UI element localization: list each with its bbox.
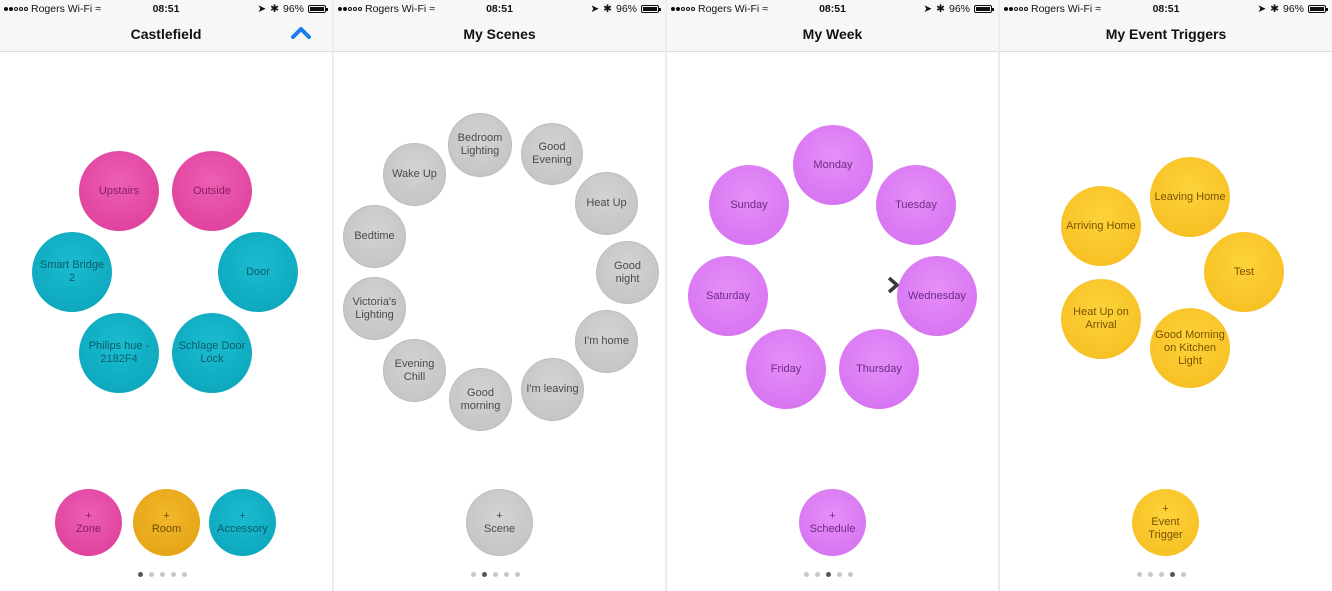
battery-icon <box>308 5 328 13</box>
page-indicator[interactable] <box>138 572 187 577</box>
page-dot <box>482 572 487 577</box>
accessory-bubble-schlage-lock[interactable]: Schlage Door Lock <box>172 313 252 393</box>
page-dot <box>804 572 809 577</box>
day-bubble-wednesday[interactable]: Wednesday <box>897 256 977 336</box>
page-indicator[interactable] <box>804 572 853 577</box>
add-scene-button[interactable]: + Scene <box>466 489 533 556</box>
bluetooth-icon: ✱ <box>270 3 279 15</box>
scene-bubble-good-evening[interactable]: Good Evening <box>521 123 583 185</box>
current-day-arrow-icon <box>887 276 899 294</box>
scene-bubble-victorias-lighting[interactable]: Victoria's Lighting <box>343 277 406 340</box>
page-dot <box>493 572 498 577</box>
nav-bar: My Event Triggers <box>1000 18 1332 52</box>
battery-label: 96% <box>948 3 970 15</box>
page-dot <box>815 572 820 577</box>
nav-bar: Castlefield <box>0 18 332 52</box>
nav-bar: My Week <box>667 18 998 52</box>
battery-label: 96% <box>282 3 304 15</box>
zone-bubble-outside[interactable]: Outside <box>172 151 252 231</box>
chevron-up-icon[interactable] <box>288 22 314 44</box>
page-dot <box>1159 572 1164 577</box>
page-dot <box>1137 572 1142 577</box>
battery-icon <box>641 5 661 13</box>
location-icon: ➤ <box>1257 3 1267 15</box>
add-zone-button[interactable]: + Zone <box>55 489 122 556</box>
screen-my-week: Rogers Wi-Fi ≈ 08:51 ➤ ✱ 96% My Week Monday… <box>667 0 998 591</box>
page-dot <box>837 572 842 577</box>
accessory-bubble-door[interactable]: Door <box>218 232 298 312</box>
add-accessory-button[interactable]: + Accessory <box>209 489 276 556</box>
scene-bubble-good-night[interactable]: Good night <box>596 241 659 304</box>
page-dot <box>504 572 509 577</box>
add-event-trigger-button[interactable]: + Event Trigger <box>1132 489 1199 556</box>
page-title: My Scenes <box>463 26 536 42</box>
day-bubble-thursday[interactable]: Thursday <box>839 329 919 409</box>
screen-my-event-triggers: Rogers Wi-Fi ≈ 08:51 ➤ ✱ 96% My Event Trigg… <box>1000 0 1332 591</box>
scene-bubble-bedroom-lighting[interactable]: Bedroom Lighting <box>448 113 512 177</box>
day-bubble-sunday[interactable]: Sunday <box>709 165 789 245</box>
location-icon: ➤ <box>257 3 267 15</box>
day-bubble-tuesday[interactable]: Tuesday <box>876 165 956 245</box>
location-icon: ➤ <box>923 3 933 15</box>
status-bar: Rogers Wi-Fi ≈ 08:51 ➤ ✱ 96% <box>667 0 998 18</box>
add-schedule-button[interactable]: + Schedule <box>799 489 866 556</box>
battery-label: 96% <box>615 3 637 15</box>
status-bar: Rogers Wi-Fi ≈ 08:51 ➤ ✱ 96% <box>0 0 332 18</box>
scene-bubble-wake-up[interactable]: Wake Up <box>383 143 446 206</box>
screen-my-scenes: Rogers Wi-Fi ≈ 08:51 ➤ ✱ 96% My Scenes Bedr… <box>334 0 665 591</box>
page-dot <box>1148 572 1153 577</box>
page-title: Castlefield <box>130 26 202 42</box>
trigger-bubble-heat-up-on-arrival[interactable]: Heat Up on Arrival <box>1061 279 1141 359</box>
trigger-bubble-good-morning-kitchen[interactable]: Good Morning on Kitchen Light <box>1150 308 1230 388</box>
nav-bar: My Scenes <box>334 18 665 52</box>
page-dot <box>182 572 187 577</box>
page-indicator[interactable] <box>1137 572 1186 577</box>
accessory-bubble-smart-bridge[interactable]: Smart Bridge 2 <box>32 232 112 312</box>
day-bubble-saturday[interactable]: Saturday <box>688 256 768 336</box>
page-dot <box>848 572 853 577</box>
page-indicator[interactable] <box>471 572 520 577</box>
scene-bubble-im-leaving[interactable]: I'm leaving <box>521 358 584 421</box>
page-dot <box>826 572 831 577</box>
scene-bubble-im-home[interactable]: I'm home <box>575 310 638 373</box>
bluetooth-icon: ✱ <box>936 3 945 15</box>
trigger-bubble-test[interactable]: Test <box>1204 232 1284 312</box>
page-dot <box>138 572 143 577</box>
accessory-bubble-philips-hue[interactable]: Philips hue - 2182F4 <box>79 313 159 393</box>
day-bubble-friday[interactable]: Friday <box>746 329 826 409</box>
scene-bubble-good-morning[interactable]: Good morning <box>449 368 512 431</box>
battery-icon <box>1308 5 1328 13</box>
add-room-button[interactable]: + Room <box>133 489 200 556</box>
battery-label: 96% <box>1282 3 1304 15</box>
bluetooth-icon: ✱ <box>1270 3 1279 15</box>
page-dot <box>149 572 154 577</box>
screen-castlefield: Rogers Wi-Fi ≈ 08:51 ➤ ✱ 96% Castlefield Up… <box>0 0 332 591</box>
scene-bubble-heat-up[interactable]: Heat Up <box>575 172 638 235</box>
battery-icon <box>974 5 994 13</box>
location-icon: ➤ <box>590 3 600 15</box>
status-bar: Rogers Wi-Fi ≈ 08:51 ➤ ✱ 96% <box>1000 0 1332 18</box>
page-title: My Week <box>802 26 863 42</box>
trigger-bubble-leaving-home[interactable]: Leaving Home <box>1150 157 1230 237</box>
page-dot <box>515 572 520 577</box>
page-dot <box>160 572 165 577</box>
page-dot <box>1181 572 1186 577</box>
bluetooth-icon: ✱ <box>603 3 612 15</box>
zone-bubble-upstairs[interactable]: Upstairs <box>79 151 159 231</box>
page-dot <box>171 572 176 577</box>
page-dot <box>1170 572 1175 577</box>
day-bubble-monday[interactable]: Monday <box>793 125 873 205</box>
page-title: My Event Triggers <box>1105 26 1227 42</box>
page-dot <box>471 572 476 577</box>
status-bar: Rogers Wi-Fi ≈ 08:51 ➤ ✱ 96% <box>334 0 665 18</box>
scene-bubble-evening-chill[interactable]: Evening Chill <box>383 339 446 402</box>
trigger-bubble-arriving-home[interactable]: Arriving Home <box>1061 186 1141 266</box>
scene-bubble-bedtime[interactable]: Bedtime <box>343 205 406 268</box>
